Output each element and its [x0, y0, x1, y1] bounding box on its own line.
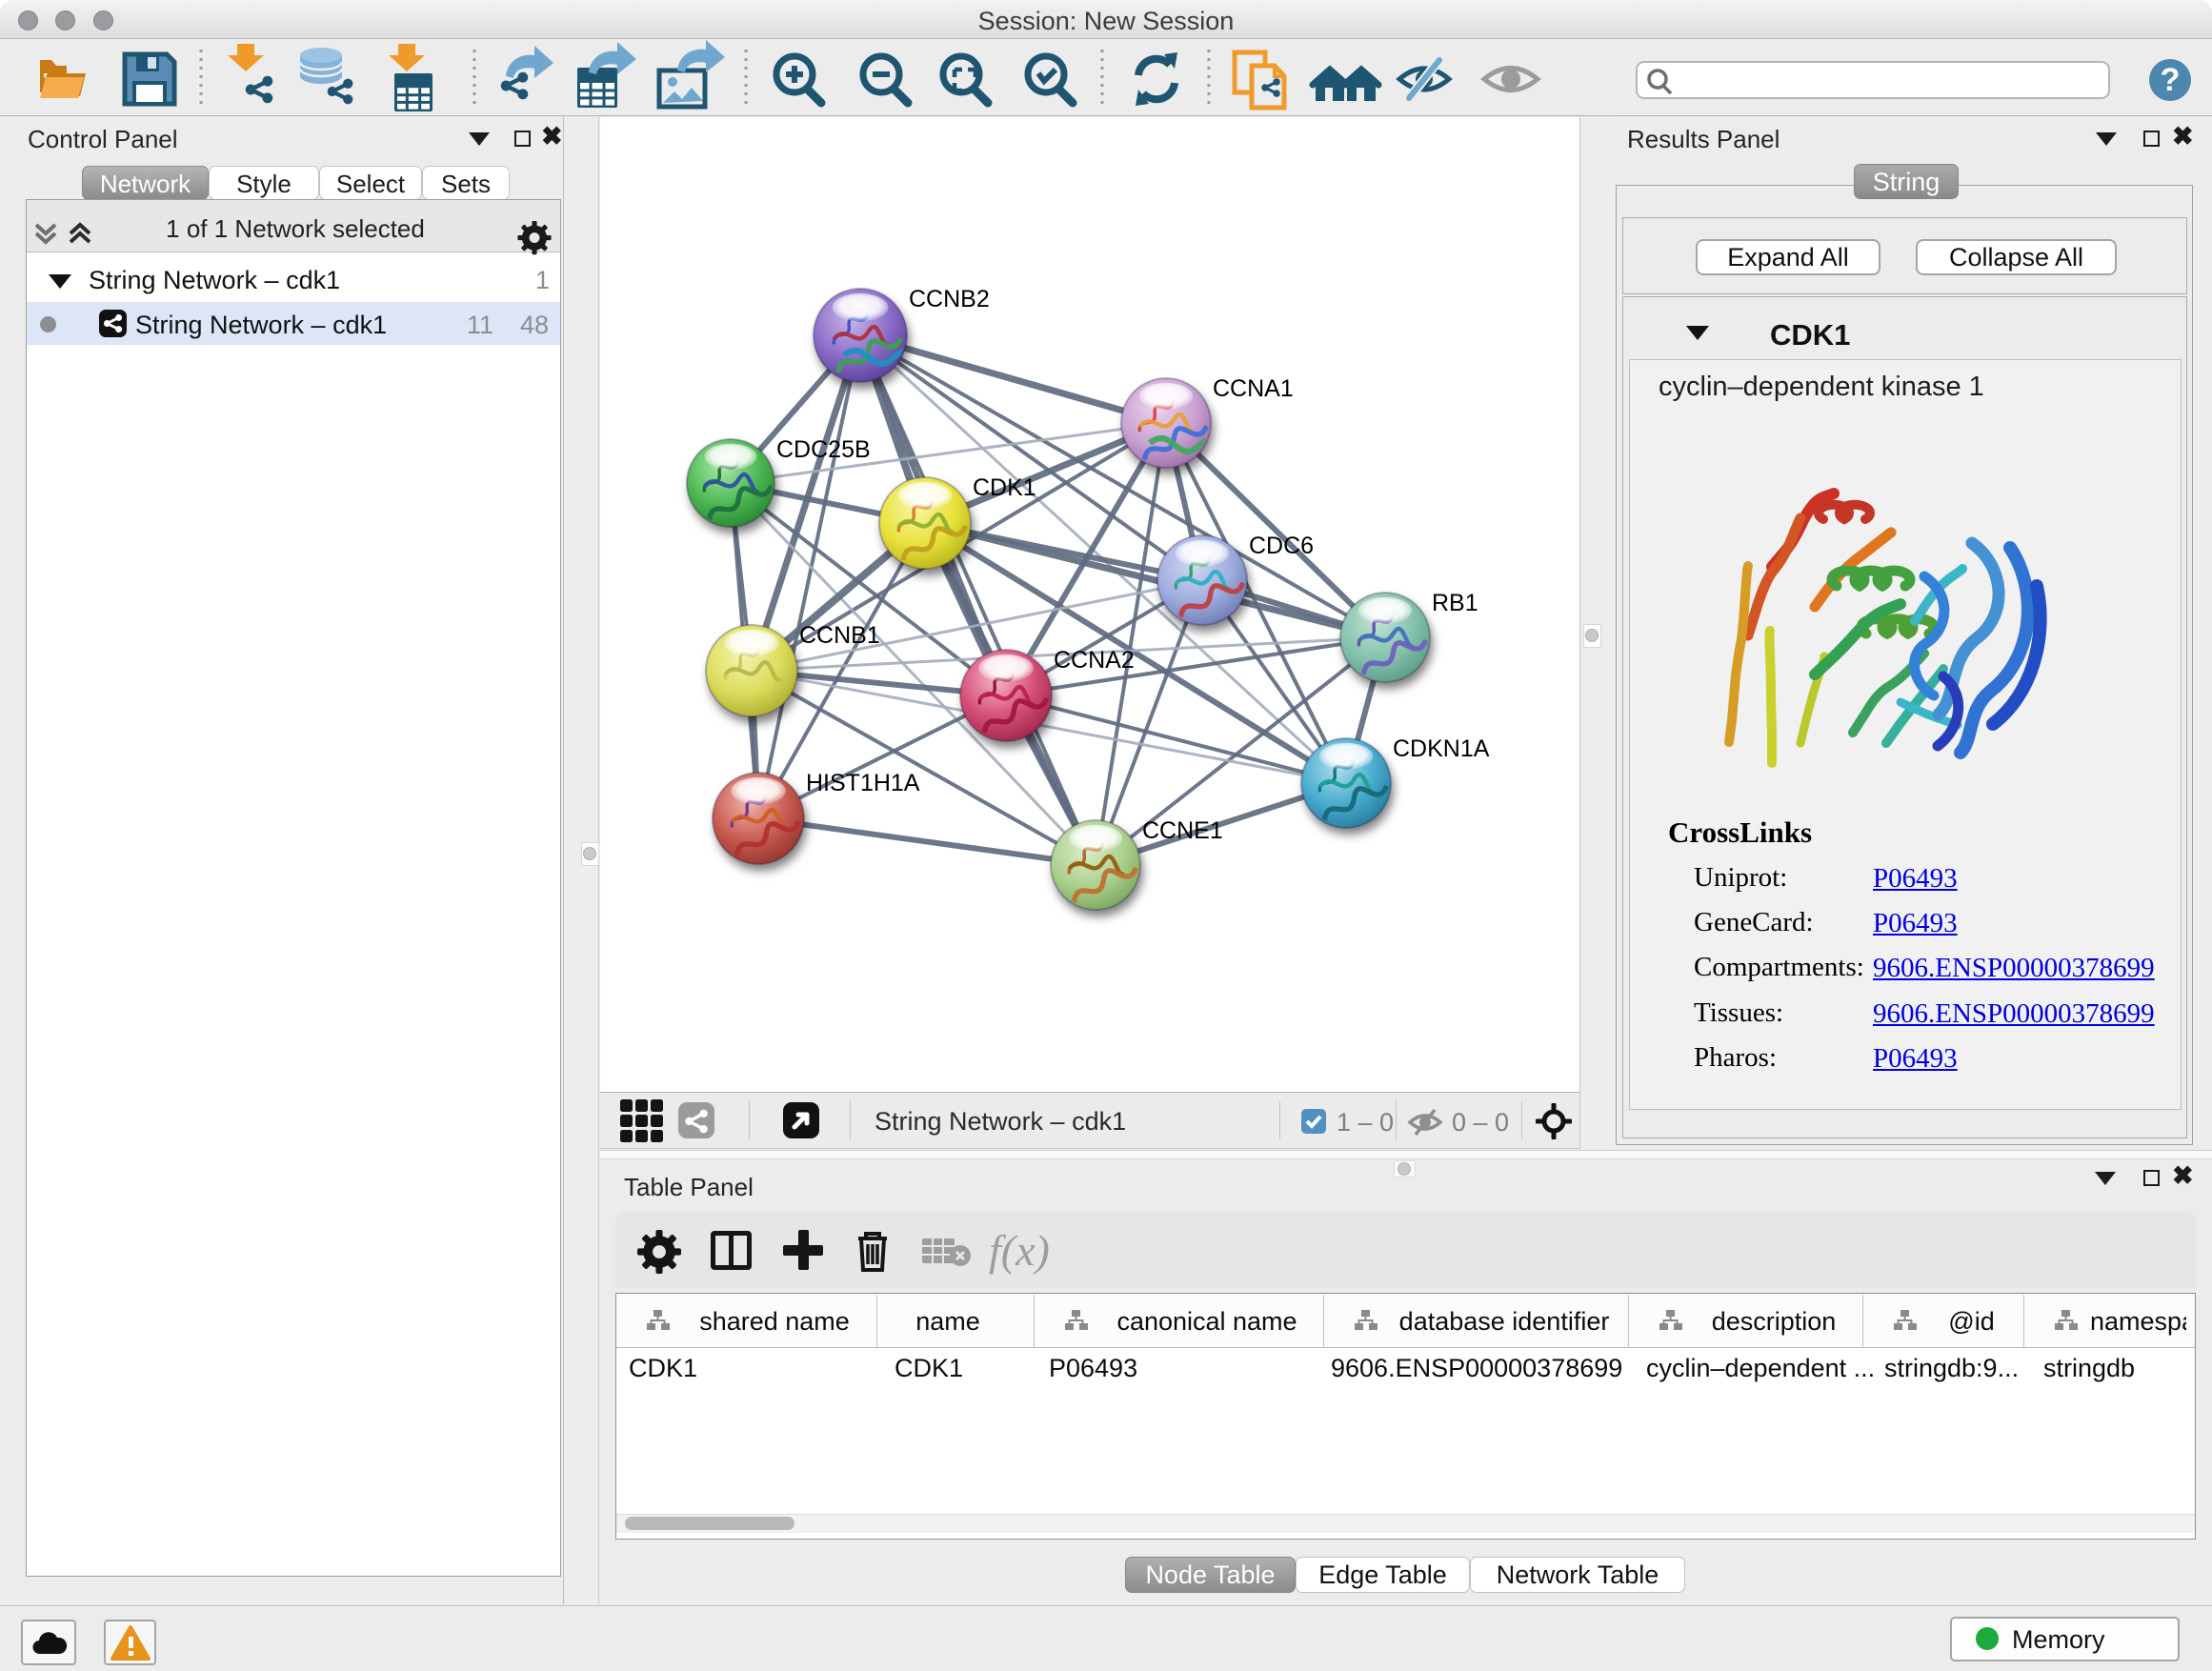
svg-text:RB1: RB1	[1432, 590, 1478, 616]
svg-text:CCNB2: CCNB2	[909, 286, 990, 312]
svg-text:CDC25B: CDC25B	[776, 436, 871, 463]
svg-text:CDK1: CDK1	[973, 474, 1036, 501]
svg-text:HIST1H1A: HIST1H1A	[806, 770, 920, 796]
svg-text:CCNA2: CCNA2	[1054, 647, 1135, 674]
svg-text:CCNE1: CCNE1	[1142, 817, 1223, 844]
svg-text:CCNB1: CCNB1	[799, 622, 880, 649]
svg-text:CDC6: CDC6	[1249, 533, 1314, 559]
svg-text:CDKN1A: CDKN1A	[1393, 735, 1490, 762]
svg-text:CCNA1: CCNA1	[1213, 375, 1294, 402]
